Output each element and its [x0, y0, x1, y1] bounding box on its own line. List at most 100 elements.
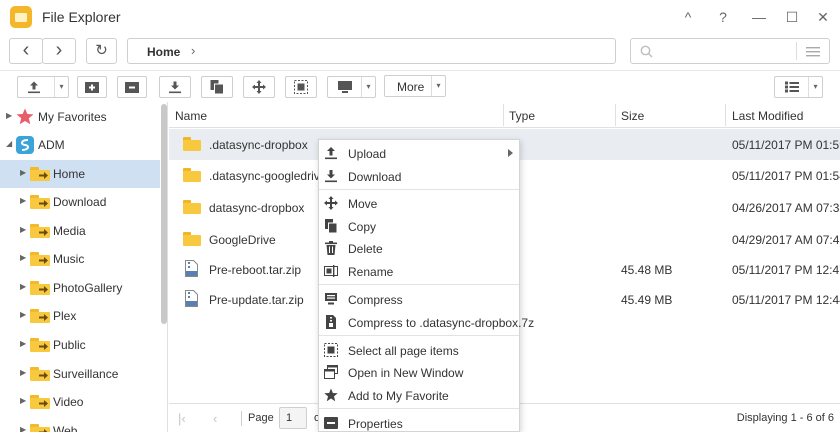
prev-page-button[interactable]: ‹ [213, 411, 217, 426]
monitor-icon [338, 81, 352, 93]
menu-item-rename[interactable]: Rename [319, 261, 519, 283]
sidebar-item-photogallery[interactable]: ▶ PhotoGallery [0, 274, 160, 302]
sidebar-item-adm[interactable]: ◢ ADM [0, 131, 160, 159]
menu-item-download[interactable]: Download [319, 166, 519, 188]
pagination-divider [241, 411, 242, 426]
sidebar-item-web[interactable]: ▶ Web [0, 417, 160, 432]
download-icon [325, 170, 337, 183]
sidebar-item-my-favorites[interactable]: ▶ My Favorites [0, 103, 160, 131]
more-dropdown-icon[interactable]: ▾ [431, 76, 445, 96]
window-title: File Explorer [42, 9, 121, 25]
sidebar-item-plex[interactable]: ▶ Plex [0, 302, 160, 330]
move-icon [324, 196, 338, 210]
menu-item-properties[interactable]: Properties [319, 413, 519, 432]
column-last-modified[interactable]: Last Modified [732, 109, 803, 123]
sidebar-item-label: Video [53, 395, 84, 409]
page-label: Page [248, 412, 274, 424]
sidebar-item-music[interactable]: ▶ Music [0, 245, 160, 273]
copy-button[interactable] [201, 76, 233, 98]
file-name: .datasync-dropbox [209, 138, 308, 152]
sidebar-item-download[interactable]: ▶ Download [0, 188, 160, 216]
compress-icon [325, 293, 337, 305]
download-icon [169, 81, 181, 94]
folder-link-icon [125, 82, 139, 93]
back-button[interactable]: ‹ [9, 38, 43, 64]
sidebar-item-label: Media [53, 224, 86, 238]
refresh-button[interactable]: ↻ [86, 38, 117, 64]
column-divider[interactable] [725, 104, 726, 126]
breadcrumb[interactable]: Home › [127, 38, 616, 64]
select-all-icon [324, 343, 338, 357]
menu-separator [319, 189, 519, 190]
sidebar-item-home[interactable]: ▶ Home [0, 160, 160, 188]
close-icon[interactable]: ✕ [811, 5, 835, 29]
displaying-count: Displaying 1 - 6 of 6 [736, 412, 834, 424]
menu-item-add-to-my-favorite[interactable]: Add to My Favorite [319, 385, 519, 407]
expand-arrow-icon[interactable]: ▶ [20, 168, 26, 177]
expand-arrow-icon[interactable]: ▶ [20, 368, 26, 377]
move-button[interactable] [243, 76, 275, 98]
expand-arrow-icon[interactable]: ▶ [20, 253, 26, 262]
menu-item-move[interactable]: Move [319, 193, 519, 215]
expand-arrow-icon[interactable]: ▶ [20, 282, 26, 291]
forward-button[interactable]: › [42, 38, 76, 64]
view-mode-dropdown-icon[interactable]: ▾ [361, 77, 375, 97]
expand-arrow-icon[interactable]: ▶ [20, 339, 26, 348]
select-all-button[interactable] [285, 76, 317, 98]
expand-arrow-icon[interactable]: ▶ [20, 225, 26, 234]
page-number-input[interactable]: 1 [279, 407, 307, 429]
share-folder-button[interactable] [117, 76, 147, 98]
sidebar: ▶ My Favorites ◢ ADM ▶ Home ▶ Download ▶… [0, 102, 168, 432]
collapse-icon[interactable]: ^ [676, 5, 700, 29]
upload-dropdown-icon[interactable]: ▾ [54, 77, 68, 97]
breadcrumb-home[interactable]: Home [147, 45, 180, 59]
menu-item-select-all-page-items[interactable]: Select all page items [319, 340, 519, 362]
expand-arrow-icon[interactable]: ▶ [20, 196, 26, 205]
collapse-arrow-icon[interactable]: ◢ [6, 139, 12, 148]
menu-item-delete[interactable]: Delete [319, 238, 519, 260]
new-folder-icon [85, 82, 99, 93]
title-bar: File Explorer ^ ? — ☐ ✕ [0, 0, 840, 34]
layout-button[interactable]: ▾ [774, 76, 823, 98]
file-name: Pre-update.tar.zip [209, 293, 304, 307]
layout-dropdown-icon[interactable]: ▾ [808, 77, 822, 97]
first-page-button[interactable]: |‹ [178, 411, 186, 426]
sidebar-scrollbar[interactable] [161, 104, 167, 324]
new-folder-button[interactable] [77, 76, 107, 98]
expand-arrow-icon[interactable]: ▶ [20, 310, 26, 319]
column-name[interactable]: Name [175, 109, 207, 123]
folder-icon [183, 137, 201, 151]
sidebar-item-video[interactable]: ▶ Video [0, 388, 160, 416]
column-size[interactable]: Size [621, 109, 644, 123]
column-divider[interactable] [503, 104, 504, 126]
menu-item-label: Compress to .datasync-dropbox.7z [348, 316, 535, 330]
menu-item-open-in-new-window[interactable]: Open in New Window [319, 362, 519, 384]
more-button[interactable]: More ▾ [384, 75, 446, 97]
new-window-icon [324, 365, 338, 379]
shared-folder-icon [30, 252, 50, 266]
sidebar-item-media[interactable]: ▶ Media [0, 217, 160, 245]
help-icon[interactable]: ? [711, 5, 735, 29]
zip-file-icon [185, 260, 198, 277]
adm-icon [16, 136, 34, 154]
download-button[interactable] [159, 76, 191, 98]
menu-item-compress[interactable]: Compress [319, 289, 519, 311]
search-box[interactable] [630, 38, 830, 64]
menu-item-copy[interactable]: Copy [319, 216, 519, 238]
expand-arrow-icon[interactable]: ▶ [20, 396, 26, 405]
column-type[interactable]: Type [509, 109, 535, 123]
upload-button[interactable]: ▾ [17, 76, 69, 98]
maximize-icon[interactable]: ☐ [780, 5, 804, 29]
expand-arrow-icon[interactable]: ▶ [20, 425, 26, 432]
menu-item-upload[interactable]: Upload [319, 143, 519, 165]
view-mode-button[interactable]: ▾ [327, 76, 376, 98]
search-options-icon[interactable] [806, 46, 820, 58]
sidebar-item-public[interactable]: ▶ Public [0, 331, 160, 359]
menu-item-compress-to-7z[interactable]: Compress to .datasync-dropbox.7z [319, 312, 534, 334]
search-input[interactable] [659, 43, 789, 61]
minimize-icon[interactable]: — [747, 5, 771, 29]
sidebar-item-surveillance[interactable]: ▶ Surveillance [0, 360, 160, 388]
breadcrumb-chevron-icon[interactable]: › [191, 43, 195, 58]
expand-arrow-icon[interactable]: ▶ [6, 111, 12, 120]
column-divider[interactable] [615, 104, 616, 126]
